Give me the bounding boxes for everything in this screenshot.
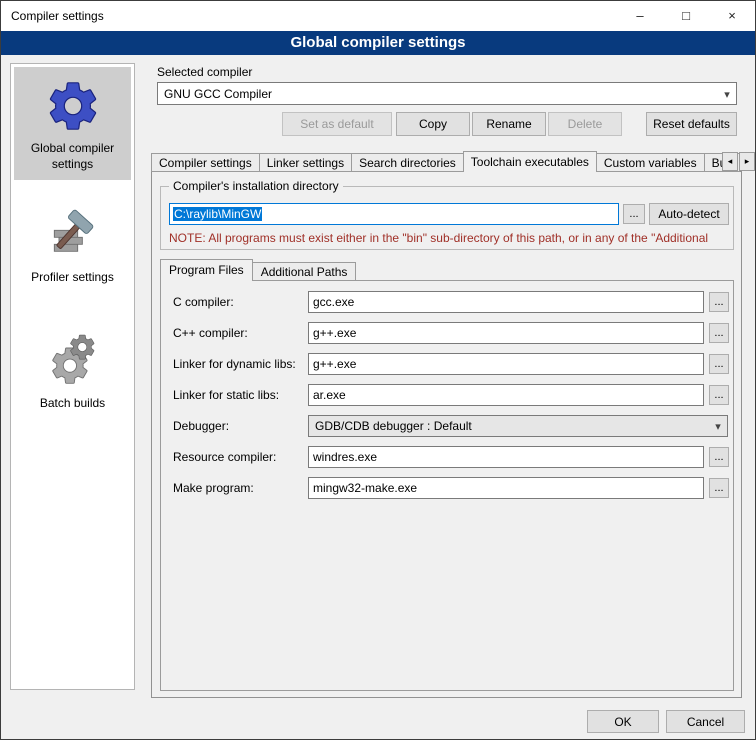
installation-directory-input[interactable]: C:\raylib\MinGW [169,203,619,225]
compiler-tabbar: Compiler settings Linker settings Search… [151,151,739,172]
program-files-tabbar: Program Files Additional Paths [160,259,355,281]
delete-button[interactable]: Delete [548,112,622,136]
installation-directory-group-title: Compiler's installation directory [169,179,343,193]
close-button[interactable]: × [709,1,755,31]
tab-custom-variables[interactable]: Custom variables [596,153,705,172]
ok-button[interactable]: OK [587,710,659,733]
maximize-button[interactable]: □ [663,1,709,31]
installation-note-text: NOTE: All programs must exist either in … [169,231,731,245]
rename-button[interactable]: Rename [472,112,546,136]
linker-dynamic-input[interactable] [308,353,704,375]
field-label-linker-dynamic: Linker for dynamic libs: [173,353,296,375]
cancel-button[interactable]: Cancel [666,710,745,733]
title-bar: Compiler settings – □ × [1,1,755,31]
subtab-program-files[interactable]: Program Files [160,259,253,281]
sidebar-item-label: Profiler settings [16,270,129,286]
resource-compiler-input[interactable] [308,446,704,468]
field-label-resource-compiler: Resource compiler: [173,446,276,468]
c-compiler-input[interactable] [308,291,704,313]
field-label-linker-static: Linker for static libs: [173,384,279,406]
chevron-down-icon [718,87,736,101]
profiler-hammer-icon [45,207,101,263]
settings-sidebar: Global compiler settings Profiler settin… [10,63,135,690]
selected-compiler-label: Selected compiler [157,65,252,79]
toolchain-executables-page: Compiler's installation directory C:\ray… [151,171,742,698]
tab-scroll-left-button[interactable]: ◂ [722,152,738,171]
tab-compiler-settings[interactable]: Compiler settings [151,153,260,172]
gear-icon [44,77,102,135]
field-label-c-compiler: C compiler: [173,291,234,313]
sidebar-item-label: Batch builds [16,396,129,412]
linker-dynamic-browse-button[interactable]: ... [709,354,729,374]
compiler-settings-dialog: Compiler settings – □ × Global compiler … [0,0,756,740]
sidebar-item-profiler-settings[interactable]: Profiler settings [14,196,131,294]
reset-defaults-button[interactable]: Reset defaults [646,112,737,136]
linker-static-input[interactable] [308,384,704,406]
installation-directory-value: C:\raylib\MinGW [173,207,262,221]
field-label-make-program: Make program: [173,477,254,499]
tab-toolchain-executables[interactable]: Toolchain executables [463,151,597,172]
tab-scroll-right-button[interactable]: ▸ [739,152,755,171]
make-program-input[interactable] [308,477,704,499]
minimize-button[interactable]: – [617,1,663,31]
debugger-combo[interactable]: GDB/CDB debugger : Default [308,415,728,437]
tab-search-directories[interactable]: Search directories [351,153,464,172]
make-program-browse-button[interactable]: ... [709,478,729,498]
debugger-value: GDB/CDB debugger : Default [309,419,709,433]
tab-linker-settings[interactable]: Linker settings [259,153,352,172]
selected-compiler-value: GNU GCC Compiler [158,87,718,101]
c-compiler-browse-button[interactable]: ... [709,292,729,312]
field-label-debugger: Debugger: [173,415,229,437]
linker-static-browse-button[interactable]: ... [709,385,729,405]
chevron-down-icon [709,419,727,433]
set-as-default-button[interactable]: Set as default [282,112,392,136]
installation-directory-browse-button[interactable]: ... [623,204,645,224]
resource-compiler-browse-button[interactable]: ... [709,447,729,467]
sidebar-item-global-compiler-settings[interactable]: Global compiler settings [14,67,131,180]
copy-button[interactable]: Copy [396,112,470,136]
program-files-panel: C compiler: ... C++ compiler: ... Linker… [160,280,734,691]
auto-detect-button[interactable]: Auto-detect [649,203,729,225]
cpp-compiler-input[interactable] [308,322,704,344]
field-label-cpp-compiler: C++ compiler: [173,322,248,344]
sidebar-item-batch-builds[interactable]: Batch builds [14,322,131,420]
batch-builds-gears-icon [44,332,102,390]
cpp-compiler-browse-button[interactable]: ... [709,323,729,343]
installation-directory-group: Compiler's installation directory C:\ray… [160,186,734,250]
selected-compiler-combo[interactable]: GNU GCC Compiler [157,82,737,105]
subtab-additional-paths[interactable]: Additional Paths [252,262,357,281]
sidebar-item-label: Global compiler settings [16,141,129,172]
window-title: Compiler settings [1,1,617,31]
page-title: Global compiler settings [1,31,755,55]
